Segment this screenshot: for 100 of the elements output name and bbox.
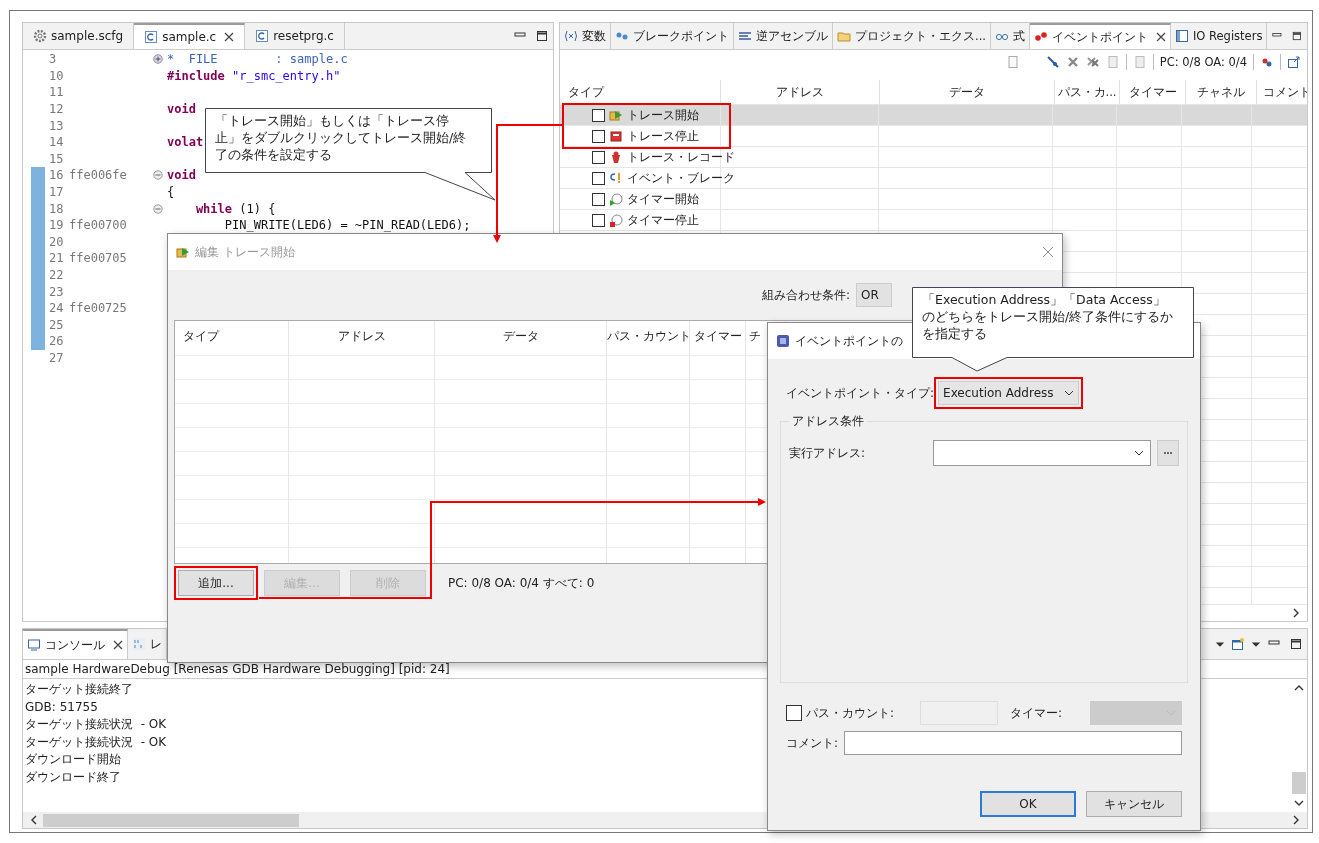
event-type-label: トレース開始 xyxy=(627,106,699,124)
checkbox[interactable] xyxy=(592,150,605,164)
column-header[interactable]: パス・カウント xyxy=(607,321,690,355)
new-console-icon[interactable] xyxy=(1231,637,1245,651)
column-header[interactable]: アドレス xyxy=(721,80,880,104)
combination-dropdown[interactable]: OR xyxy=(856,283,893,307)
monitor-icon xyxy=(27,638,41,652)
scrollbar-thumb[interactable] xyxy=(43,813,299,827)
event-point-row[interactable]: トレース・レコード xyxy=(560,147,1307,168)
gear-icon xyxy=(33,29,47,43)
view-tab[interactable]: ブレークポイント xyxy=(611,23,734,49)
address-combo-field[interactable] xyxy=(933,440,1151,466)
line-number: 24 xyxy=(48,301,65,316)
scroll-left-icon[interactable] xyxy=(29,815,39,825)
view-tab[interactable]: 式 xyxy=(990,23,1030,49)
line-number: 26 xyxy=(48,334,65,349)
code-line: volat xyxy=(167,135,204,150)
stop-icon xyxy=(609,129,623,143)
console-tab[interactable]: コンソール xyxy=(23,629,128,659)
line-number: 16 xyxy=(48,168,65,183)
field-label: タイマー: xyxy=(1010,704,1064,722)
column-header[interactable]: データ xyxy=(435,321,607,355)
checkbox[interactable] xyxy=(592,171,605,185)
view-tab[interactable]: プロジェクト・エクス... xyxy=(833,23,991,49)
line-number: 20 xyxy=(48,234,65,249)
chevron-down-icon xyxy=(1134,448,1144,458)
line-number: 3 xyxy=(48,52,58,67)
scroll-right-icon[interactable] xyxy=(1291,608,1301,618)
column-header[interactable]: データ xyxy=(880,80,1055,104)
event-point-row[interactable]: トレース開始 xyxy=(560,105,1307,126)
close-icon[interactable] xyxy=(224,32,235,42)
column-header[interactable]: タイマー xyxy=(1120,80,1186,104)
line-number: 27 xyxy=(48,351,65,365)
column-header[interactable]: パス・カ... xyxy=(1055,80,1120,104)
event-point-row[interactable]: トレース停止 xyxy=(560,126,1307,147)
column-header[interactable]: タイプ xyxy=(560,80,721,104)
export-icon[interactable] xyxy=(1287,55,1301,69)
column-header[interactable]: タイプ xyxy=(175,321,289,355)
c-file-icon xyxy=(144,30,159,44)
event-type-label: イベント・ブレーク xyxy=(627,169,735,187)
close-icon[interactable] xyxy=(1155,32,1166,42)
line-address: ffe006fe xyxy=(69,168,127,183)
console-line: ダウンロード終了 xyxy=(25,768,121,786)
group-label: アドレス条件 xyxy=(789,413,867,430)
flag-icon xyxy=(176,245,190,259)
delete-all-icon[interactable] xyxy=(1085,55,1100,69)
line-number: 17 xyxy=(48,185,65,200)
maximize-icon[interactable] xyxy=(536,30,548,42)
line-number: 21 xyxy=(48,251,65,266)
flag-icon xyxy=(609,108,623,122)
folder-icon xyxy=(837,29,851,43)
expand-icon[interactable] xyxy=(153,54,163,65)
list-icon xyxy=(738,29,752,43)
line-number: 18 xyxy=(48,201,65,216)
delete-icon[interactable] xyxy=(1065,55,1080,69)
scroll-down-icon[interactable] xyxy=(1294,798,1304,808)
checkbox[interactable] xyxy=(786,705,802,721)
view-tab[interactable]: IO Registers xyxy=(1170,23,1268,49)
binary-icon xyxy=(132,637,146,651)
close-icon[interactable] xyxy=(113,640,123,650)
maximize-icon[interactable] xyxy=(1290,638,1302,650)
view-tab[interactable]: 変数 xyxy=(560,23,611,49)
checkbox[interactable] xyxy=(592,129,605,143)
checkbox[interactable] xyxy=(592,108,605,122)
event-point-row[interactable]: タイマー停止 xyxy=(560,210,1307,231)
editor-tab[interactable]: resetprg.c xyxy=(245,23,345,49)
comment-field[interactable] xyxy=(844,731,1182,755)
view-tab[interactable]: イベントポイント xyxy=(1029,23,1171,49)
dialog-button[interactable]: OK xyxy=(980,791,1076,817)
ellipsis-icon xyxy=(1162,451,1174,455)
checkbox[interactable] xyxy=(592,192,605,206)
event-point-row[interactable]: イベント・ブレーク xyxy=(560,168,1307,189)
console-line: ダウンロード開始 xyxy=(25,751,121,768)
line-number: 25 xyxy=(48,317,65,332)
editor-tab[interactable]: sample.c xyxy=(134,23,246,49)
variable-icon xyxy=(564,29,578,43)
column-header[interactable]: チャネル xyxy=(1186,80,1257,104)
c-file-icon xyxy=(255,29,270,43)
clock-icon xyxy=(609,192,623,206)
column-header[interactable]: アドレス xyxy=(289,321,435,355)
checkbox[interactable] xyxy=(592,213,605,227)
line-number: 10 xyxy=(48,68,65,83)
field-label: コメント: xyxy=(786,734,839,752)
pin-icon[interactable] xyxy=(1045,55,1060,69)
event-point-row[interactable]: タイマー開始 xyxy=(560,189,1307,210)
code-line: { xyxy=(167,185,175,200)
line-number: 13 xyxy=(48,118,65,133)
console-line: ターゲット接続状況 - OK xyxy=(25,733,167,751)
line-address: ffe00725 xyxy=(69,301,127,316)
scroll-right-icon[interactable] xyxy=(1291,815,1301,825)
line-number: 22 xyxy=(48,268,65,282)
column-header[interactable]: タイマー xyxy=(690,321,746,355)
window-icon xyxy=(1174,29,1189,43)
scroll-up-icon[interactable] xyxy=(1294,683,1304,693)
maximize-icon[interactable] xyxy=(1292,30,1302,42)
scrollbar-thumb[interactable] xyxy=(1292,772,1306,794)
checkbox-label: パス・カウント: xyxy=(806,704,896,722)
dialog-button[interactable]: キャンセル xyxy=(1086,791,1182,817)
view-tab[interactable]: 逆アセンブル xyxy=(734,23,833,49)
cup-icon xyxy=(609,150,623,164)
